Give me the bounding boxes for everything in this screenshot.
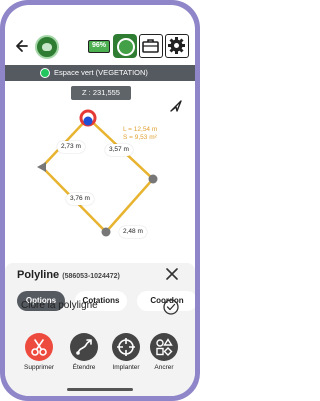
delete-action[interactable]: Supprimer	[19, 333, 59, 377]
close-icon[interactable]	[166, 268, 178, 280]
close-polyline-label: Clore la polyligne	[21, 300, 98, 311]
target-glyph	[117, 338, 135, 356]
panel-title: Polyline (586053-1024472)	[17, 269, 120, 281]
area-label: S = 9,53 m²	[123, 134, 157, 141]
layer-name: Espace vert (VEGETATION)	[54, 68, 148, 77]
shapes-glyph	[156, 338, 173, 356]
layer-status-dot	[40, 68, 50, 78]
segment-label-3: 3,76 m	[66, 193, 94, 205]
polyline-panel: Polyline (586053-1024472) Options Cotati…	[5, 263, 195, 396]
gps-button[interactable]	[113, 34, 137, 58]
map-canvas[interactable]	[5, 101, 195, 261]
length-label: L = 12,54 m	[123, 126, 158, 133]
segment-label-1: 2,73 m	[57, 141, 85, 153]
extend-action[interactable]: Étendre	[64, 333, 104, 377]
briefcase-icon	[142, 39, 159, 53]
panel-title-text: Polyline	[17, 269, 60, 281]
shapes-icon	[150, 333, 178, 361]
start-vertex[interactable]	[37, 162, 46, 172]
anchor-action[interactable]: Ancrer	[144, 333, 184, 377]
object-id: (586053-1024472)	[62, 273, 120, 280]
settings-button[interactable]	[165, 34, 189, 58]
scissors-glyph	[31, 339, 47, 356]
app-bar: 96%	[5, 30, 195, 64]
battery-indicator: 96%	[88, 40, 110, 53]
target-icon	[112, 333, 140, 361]
app-logo	[35, 35, 59, 59]
gear-icon	[168, 37, 185, 54]
selected-vertex-core	[83, 116, 93, 126]
anchor-action-label: Ancrer	[154, 364, 174, 371]
briefcase-button[interactable]	[139, 34, 163, 58]
scissors-icon	[25, 333, 53, 361]
elevation-readout: Z : 231,555	[71, 86, 131, 100]
segment-label-2: 3,57 m	[105, 144, 133, 156]
close-polyline-checkbox[interactable]	[163, 299, 179, 315]
home-indicator[interactable]	[67, 388, 133, 391]
vertex-handle-2[interactable]	[148, 174, 158, 184]
delete-action-label: Supprimer	[24, 364, 54, 371]
layer-bar[interactable]: Espace vert (VEGETATION)	[5, 65, 195, 81]
extend-action-label: Étendre	[72, 364, 96, 371]
phone-frame: 96% Espace vert (VEGETATION) Z: 231,555…	[0, 0, 200, 401]
vertex-handle-1[interactable]	[101, 227, 111, 237]
segment-label-4: 2,48 m	[119, 226, 147, 238]
app-screen: 96% Espace vert (VEGETATION) Z: 231,555…	[5, 5, 195, 396]
measure-readout: L = 12,54 m S = 9,53 m²	[123, 126, 157, 142]
extend-icon	[70, 333, 98, 361]
extend-glyph	[76, 339, 92, 355]
back-arrow-icon[interactable]	[15, 39, 29, 53]
